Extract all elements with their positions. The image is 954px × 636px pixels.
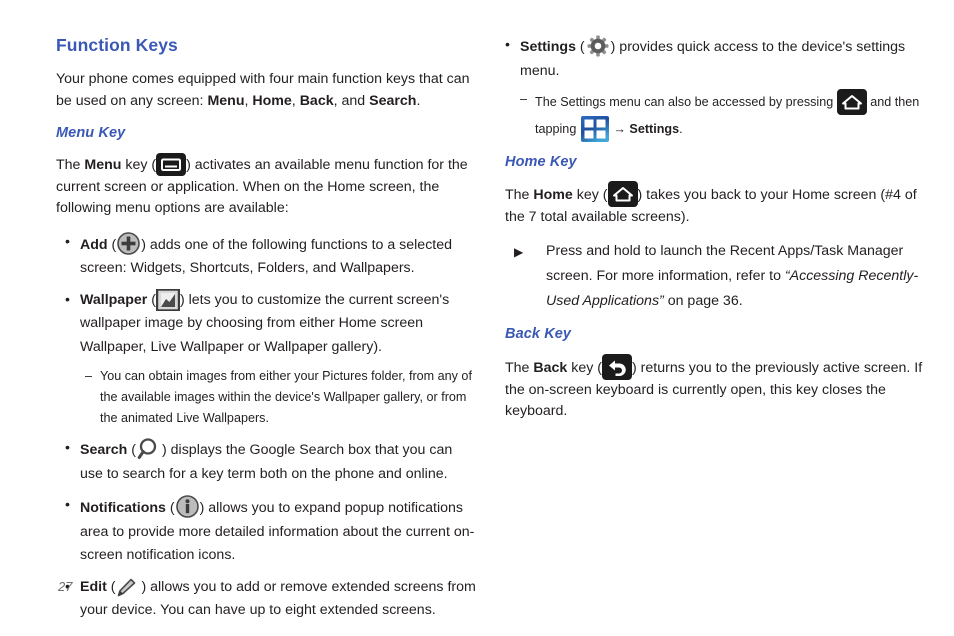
dash-marker: –: [520, 92, 528, 106]
wallpaper-picture-icon: [155, 288, 180, 311]
subheading-back-key: Back Key: [505, 325, 572, 342]
bullet-pre: (: [165, 500, 175, 516]
bullet-pre: (: [147, 291, 156, 308]
menu-key-paragraph: The Menu key () activates an available m…: [56, 153, 476, 220]
page-title: Function Keys: [56, 35, 178, 55]
list-item-note: – You can obtain images from either your …: [85, 366, 476, 429]
subheading-menu-key: Menu Key: [56, 125, 126, 141]
apps-grid-icon: [580, 115, 610, 143]
bullet-label-wallpaper: Wallpaper: [80, 291, 148, 308]
list-item: • Wallpaper () lets you to customize the …: [65, 288, 476, 360]
menu-para-pre: The: [56, 157, 85, 173]
home-para-pre: The: [505, 187, 534, 203]
note-text: You can obtain images from either your P…: [100, 369, 472, 425]
note-text-post: .: [679, 122, 683, 136]
list-item: • Add () adds one of the following functi…: [65, 231, 476, 281]
settings-gear-icon: [585, 34, 611, 58]
document-page: Function Keys Your phone comes equipped …: [0, 0, 954, 636]
bullet-marker: •: [65, 291, 70, 308]
search-magnifier-icon: [136, 437, 162, 461]
back-para-bold: Back: [533, 359, 568, 376]
menu-key-icon: [156, 153, 187, 176]
home-key-paragraph: The Home key () takes you back to your H…: [505, 181, 925, 229]
left-column: Function Keys Your phone comes equipped …: [56, 0, 476, 623]
bullet-pre: (: [127, 442, 136, 458]
bullet-label-search: Search: [80, 442, 128, 458]
back-para-pre: The: [505, 359, 534, 376]
bullet-pre: (: [106, 578, 116, 595]
triangle-marker: ▶: [514, 244, 524, 259]
intro-paragraph: Your phone comes equipped with four main…: [56, 69, 476, 112]
notifications-info-icon: [175, 494, 200, 519]
bullet-label-add: Add: [80, 236, 108, 253]
home-para-mid: key (: [572, 187, 608, 203]
intro-text-post: .: [416, 92, 421, 109]
home-para-bold: Home: [533, 187, 573, 203]
intro-key-home: Home: [252, 92, 292, 109]
intro-sep-2: ,: [291, 92, 300, 109]
bullet-marker: •: [65, 233, 70, 250]
note-text-pre: The Settings menu can also be accessed b…: [535, 95, 837, 109]
home-key-icon: [836, 89, 867, 115]
list-item-note: – The Settings menu can also be accessed …: [520, 89, 925, 143]
intro-key-back: Back: [299, 92, 334, 109]
add-circle-icon: [116, 231, 141, 256]
bullet-label-notifications: Notifications: [80, 500, 166, 516]
page-number: 27: [58, 579, 73, 594]
list-item: • Notifications () allows you to expand p…: [65, 494, 476, 568]
dash-marker: –: [85, 369, 93, 383]
intro-key-search: Search: [369, 92, 417, 109]
edit-pencil-icon: [115, 576, 141, 598]
list-item: • Search () displays the Google Search bo…: [65, 437, 476, 486]
note-target-settings: Settings: [629, 122, 680, 136]
list-item: • Settings () provides quick access to th…: [505, 34, 925, 83]
note-arrow: →: [613, 122, 626, 136]
list-item: • Edit () allows you to add or remove ext…: [65, 576, 476, 623]
intro-key-menu: Menu: [207, 92, 245, 109]
right-column: • Settings () provides quick access to th…: [505, 0, 925, 423]
home-key-icon: [607, 181, 638, 207]
bullet-marker: •: [65, 497, 70, 513]
bullet-marker: •: [65, 440, 70, 456]
bullet-label-settings: Settings: [520, 39, 576, 55]
bullet-pre: (: [107, 236, 117, 253]
menu-para-bold: Menu: [84, 157, 122, 173]
bullet-pre: (: [575, 39, 585, 55]
bullet-marker: •: [505, 37, 510, 53]
list-item-triangle: ▶ Press and hold to launch the Recent App…: [505, 239, 925, 314]
bullet-label-edit: Edit: [80, 578, 107, 595]
back-key-paragraph: The Back key () returns you to the previ…: [505, 353, 925, 423]
triangle-text-post: on page 36.: [663, 292, 743, 309]
back-para-mid: key (: [567, 359, 602, 376]
menu-para-mid: key (: [121, 157, 157, 173]
subheading-home-key: Home Key: [505, 154, 577, 170]
intro-sep-3: , and: [333, 92, 370, 109]
back-key-icon: [602, 353, 632, 380]
